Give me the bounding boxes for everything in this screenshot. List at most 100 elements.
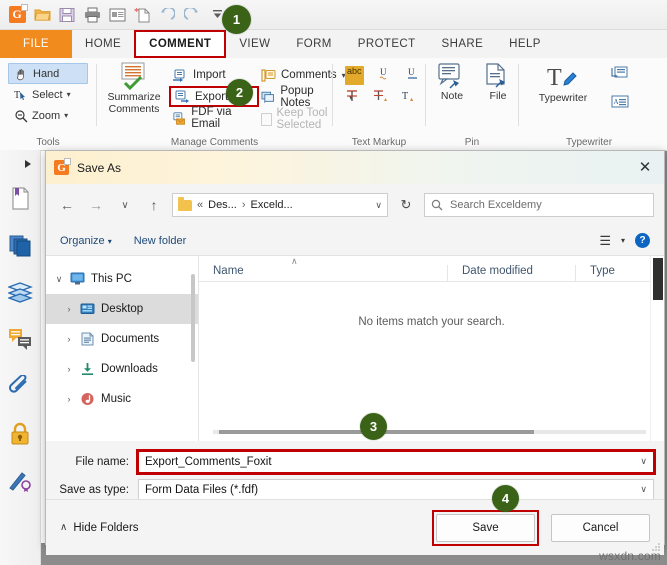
checkbox-box[interactable] — [261, 112, 272, 126]
file-attachment-button[interactable]: File — [478, 63, 518, 103]
bookmark-icon[interactable] — [6, 185, 34, 213]
help-icon[interactable]: ? — [635, 233, 650, 248]
save-icon[interactable] — [58, 6, 76, 24]
chevron-down-icon[interactable]: ∨ — [640, 484, 647, 495]
group-label-pin: Pin — [464, 137, 480, 148]
expander-icon[interactable]: ∨ — [54, 274, 64, 285]
expander-icon[interactable]: › — [64, 304, 74, 314]
print-icon[interactable] — [83, 6, 101, 24]
tab-home[interactable]: HOME — [72, 30, 134, 58]
hide-folders-toggle[interactable]: ∧ Hide Folders — [60, 522, 139, 534]
tree-scrollbar[interactable] — [191, 274, 195, 362]
expander-icon[interactable]: › — [64, 334, 74, 344]
sort-ascending-icon[interactable]: ∧ — [291, 256, 298, 267]
back-icon[interactable]: ← — [56, 194, 78, 216]
new-folder-button[interactable]: New folder — [134, 235, 187, 247]
strikeout-icon[interactable] — [345, 89, 359, 108]
insert-text-icon[interactable]: T — [401, 89, 415, 108]
forward-icon[interactable]: → — [85, 194, 107, 216]
search-box[interactable]: Search Exceldemy — [424, 193, 654, 217]
tab-form[interactable]: FORM — [283, 30, 344, 58]
highlight-icon[interactable]: abc — [345, 66, 364, 85]
underline-icon[interactable]: U — [406, 66, 420, 85]
organize-menu[interactable]: Organize ▾ — [60, 235, 112, 247]
tab-view[interactable]: VIEW — [226, 30, 283, 58]
chevron-down-icon[interactable]: ∨ — [640, 456, 647, 467]
undo-icon[interactable] — [158, 6, 176, 24]
hand-tool[interactable]: Hand — [8, 63, 88, 84]
comments-panel-icon[interactable] — [6, 325, 34, 353]
tab-protect[interactable]: PROTECT — [345, 30, 429, 58]
refresh-icon[interactable]: ↻ — [395, 194, 417, 216]
page-thumbnails-icon[interactable] — [6, 232, 34, 260]
chevron-down-icon[interactable]: ▾ — [67, 90, 71, 99]
redo-icon[interactable] — [183, 6, 201, 24]
security-lock-icon[interactable] — [6, 419, 34, 447]
text-box-tool-icon[interactable]: A — [611, 94, 629, 115]
quick-access-toolbar: G * — [0, 0, 667, 30]
svg-text:U: U — [380, 67, 387, 77]
select-tool[interactable]: T Select ▾ — [8, 84, 88, 105]
ribbon-group-manage-comments: Summarize Comments Import Export FDF via… — [97, 58, 353, 150]
new-from-template-icon[interactable]: * — [133, 6, 151, 24]
digital-signature-icon[interactable] — [6, 466, 34, 494]
expander-icon[interactable]: › — [64, 394, 74, 404]
tree-item-desktop[interactable]: › Desktop — [46, 294, 198, 324]
chevron-down-icon[interactable]: ▾ — [108, 237, 112, 246]
breadcrumb[interactable]: « Des... › Exceld... ∨ — [172, 193, 388, 217]
hide-folders-label: Hide Folders — [73, 521, 139, 534]
summarize-comments-button[interactable]: Summarize Comments — [103, 62, 165, 115]
save-as-type-select[interactable]: Form Data Files (*.fdf) ∨ — [138, 478, 654, 501]
file-list-vertical-scrollbar[interactable] — [650, 256, 664, 441]
tab-comment[interactable]: COMMENT — [134, 30, 227, 58]
foxit-pdf-editor-window: G * FILE HOME COMMENT VIEW FORM PROTECT … — [0, 0, 667, 565]
step-badge-3: 3 — [360, 413, 387, 440]
tree-item-music[interactable]: › Music — [46, 384, 198, 414]
view-options-icon[interactable]: ☰ — [599, 233, 611, 249]
view-options-caret-icon[interactable]: ▾ — [621, 236, 625, 245]
save-button[interactable]: Save — [436, 513, 535, 542]
fdf-via-email-label: FDF via Email — [191, 106, 232, 130]
file-list-horizontal-scrollbar[interactable] — [213, 430, 646, 434]
tab-help[interactable]: HELP — [496, 30, 554, 58]
file-name-label: File name: — [75, 455, 129, 468]
layers-icon[interactable] — [6, 278, 34, 306]
tab-file[interactable]: FILE — [0, 30, 72, 58]
cancel-button[interactable]: Cancel — [551, 513, 650, 542]
tree-item-this-pc[interactable]: ∨ This PC — [46, 264, 198, 294]
tree-item-documents[interactable]: › Documents — [46, 324, 198, 354]
squiggly-underline-icon[interactable]: U — [378, 66, 392, 85]
svg-text:A: A — [614, 98, 619, 106]
foxit-logo-icon[interactable]: G — [8, 4, 28, 24]
chevron-down-icon[interactable]: ▾ — [64, 111, 68, 120]
breadcrumb-item-exceldemy[interactable]: Exceld... — [251, 199, 293, 211]
expand-panel-arrow-icon[interactable] — [25, 160, 31, 168]
email-document-icon[interactable] — [108, 6, 126, 24]
close-icon[interactable]: ✕ — [632, 155, 658, 179]
breadcrumb-overflow[interactable]: « — [197, 199, 203, 211]
column-header-date-modified[interactable]: Date modified — [447, 265, 575, 281]
expander-icon[interactable]: › — [64, 364, 74, 374]
callout-tool-icon[interactable] — [611, 66, 629, 87]
typewriter-button[interactable]: T Typewriter — [527, 63, 599, 105]
zoom-tool[interactable]: Zoom ▾ — [8, 105, 88, 126]
tree-item-downloads[interactable]: › Downloads — [46, 354, 198, 384]
attachments-icon[interactable] — [6, 372, 34, 400]
breadcrumb-dropdown-icon[interactable]: ∨ — [375, 200, 382, 211]
chevron-up-icon: ∧ — [60, 522, 68, 533]
up-one-level-icon[interactable]: ↑ — [143, 194, 165, 216]
monitor-icon — [70, 272, 85, 285]
recent-locations-icon[interactable]: ∨ — [114, 194, 136, 216]
note-tool-button[interactable]: Note — [432, 63, 472, 103]
open-icon[interactable] — [33, 6, 51, 24]
column-header-type[interactable]: Type — [575, 265, 615, 281]
replace-text-icon[interactable] — [373, 89, 387, 108]
tab-share[interactable]: SHARE — [429, 30, 497, 58]
file-name-input[interactable]: Export_Comments_Foxit ∨ — [136, 448, 656, 475]
save-button-highlight: Save — [432, 509, 539, 546]
dialog-body: ∨ This PC › Desktop › Documents › Downlo… — [46, 255, 664, 441]
fdf-via-email-button[interactable]: FDF via Email — [169, 106, 259, 130]
file-label: File — [489, 90, 507, 102]
breadcrumb-item-desktop[interactable]: Des... — [208, 199, 237, 211]
column-header-name[interactable]: Name — [199, 265, 447, 281]
